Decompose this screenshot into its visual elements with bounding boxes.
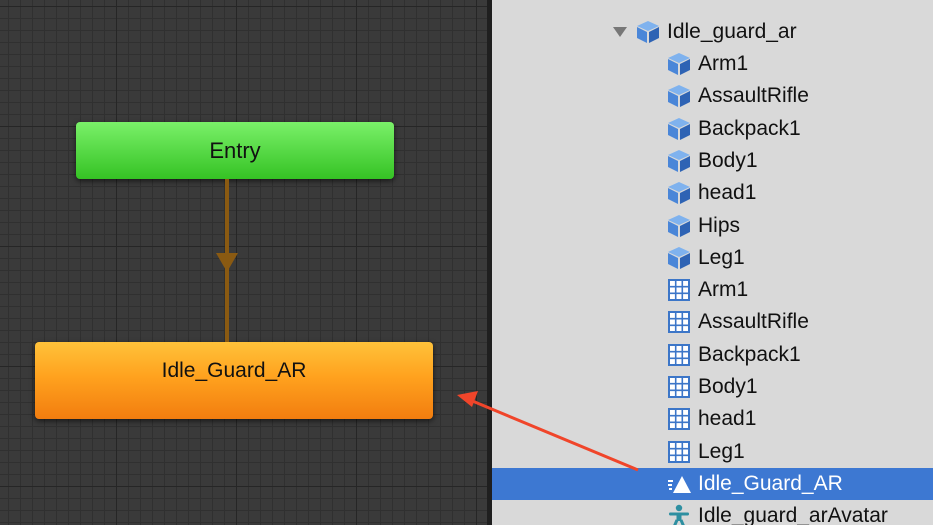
mesh-icon (668, 343, 690, 366)
tree-item-label: AssaultRifle (698, 84, 809, 108)
prefab-icon (668, 117, 690, 140)
mesh-icon (668, 376, 690, 398)
prefab-icon (668, 214, 690, 237)
entry-node-label: Entry (209, 137, 261, 163)
prefab-icon (637, 21, 659, 43)
mesh-icon (668, 279, 690, 302)
tree-item-label: AssaultRifle (698, 310, 809, 334)
tree-item[interactable]: Backpack1 (666, 339, 801, 371)
expand-triangle-icon[interactable] (613, 27, 627, 37)
prefab-icon (668, 85, 690, 108)
tree-item[interactable]: Body1 (666, 145, 758, 177)
tree-item[interactable]: Idle_Guard_AR (492, 467, 933, 500)
tree-root-item[interactable]: Idle_guard_ar (613, 16, 797, 48)
tree-item[interactable]: Backpack1 (666, 113, 801, 145)
animation-clip-icon (668, 475, 691, 493)
tree-item-label: Leg1 (698, 439, 745, 463)
tree-item-label: head1 (698, 181, 757, 205)
tree-item-label: Backpack1 (698, 342, 801, 366)
tree-item[interactable]: Leg1 (666, 242, 745, 274)
tree-item-label: Leg1 (698, 245, 745, 269)
prefab-icon (668, 246, 690, 269)
prefab-icon (668, 53, 690, 75)
tree-item[interactable]: Arm1 (666, 48, 748, 80)
state-node-label: Idle_Guard_AR (161, 358, 307, 382)
tree-item[interactable]: AssaultRifle (666, 306, 809, 338)
tree-item[interactable]: Idle_guard_arAvatar (666, 500, 888, 525)
tree-item[interactable]: Arm1 (666, 274, 748, 306)
tree-item[interactable]: AssaultRifle (666, 80, 809, 112)
tree-item-label: Hips (698, 213, 741, 237)
tree-item-label: Body1 (698, 375, 758, 398)
mesh-icon (668, 408, 690, 431)
tree-item-label: Idle_guard_arAvatar (698, 504, 888, 525)
tree-item-label: Idle_Guard_AR (698, 471, 843, 495)
state-node-idle-guard-ar[interactable]: Idle_Guard_AR (35, 342, 433, 419)
tree-item[interactable]: Leg1 (666, 436, 745, 468)
tree-item-label: Body1 (698, 148, 758, 172)
entry-node[interactable]: Entry (76, 122, 394, 179)
tree-item[interactable]: head1 (666, 403, 756, 435)
tree-item-label: head1 (698, 407, 757, 431)
avatar-icon (669, 504, 689, 525)
tree-item-label: Idle_guard_ar (667, 20, 797, 43)
tree-item[interactable]: head1 (666, 177, 756, 209)
tree-item-label: Arm1 (698, 278, 749, 302)
tree-item-label: Arm1 (698, 52, 749, 75)
prefab-icon (668, 182, 690, 205)
tree-item-label: Backpack1 (698, 116, 801, 140)
mesh-icon (668, 440, 690, 463)
animator-graph[interactable]: Entry Idle_Guard_AR (0, 0, 487, 525)
tree-item[interactable]: Body1 (666, 371, 758, 403)
project-hierarchy: Idle_guard_ar Arm1 AssaultRifle Backpack1 Bo… (492, 0, 933, 525)
editor-window: Entry Idle_Guard_AR Idle_guard_ar Arm1 Ass… (0, 0, 933, 525)
prefab-icon (668, 149, 690, 172)
mesh-icon (668, 311, 690, 334)
tree-item[interactable]: Hips (666, 210, 740, 242)
